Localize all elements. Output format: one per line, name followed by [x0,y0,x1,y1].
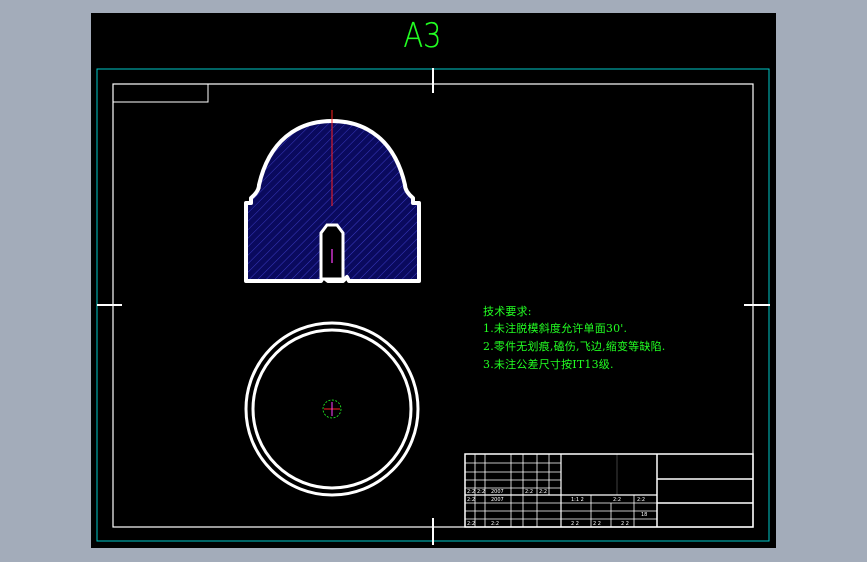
tb-cell: 18 [641,512,647,518]
tb-cell: 2 2 [593,521,601,527]
tb-cell: 2:2 [467,497,475,503]
tb-cell: 2:2 [613,497,621,503]
tech-requirement-item: 2.零件无划痕,磕伤,飞边,缩变等缺陷. [483,340,666,353]
tb-cell: 2007 [491,489,504,495]
section-view [244,110,421,283]
centering-marks [97,68,770,545]
tb-cell: 2007 [491,497,504,503]
cad-drawing-viewport[interactable]: A3 2:2 2:2 2007 2:2 2:2 2:2 2007 1:1 2 2… [91,13,776,548]
top-left-code-box [113,84,209,103]
tb-cell: 2 2 [621,521,629,527]
tb-cell: 2:2 [477,489,485,495]
tb-cell: 2:2 [467,521,475,527]
outer-border [96,68,770,542]
plan-view [244,321,420,497]
tb-cell: 2 2 [571,521,579,527]
tb-cell: 2:2 [491,521,499,527]
tech-requirements-title: 技术要求: [483,305,532,318]
tb-cell: 2:2 [637,497,645,503]
title-block [464,453,754,528]
tech-requirement-item: 3.未注公差尺寸按IT13级. [483,358,614,371]
tb-cell: 1:1 2 [571,497,584,503]
tech-requirement-item: 1.未注脱模斜度允许单面30'. [483,322,628,335]
tb-cell: 2:2 [467,489,475,495]
sheet-size-label: A3 [403,17,441,56]
tb-cell: 2:2 [525,489,533,495]
tb-cell: 2:2 [539,489,547,495]
drawing-sheet: A3 2:2 2:2 2007 2:2 2:2 2:2 2007 1:1 2 2… [96,17,770,545]
